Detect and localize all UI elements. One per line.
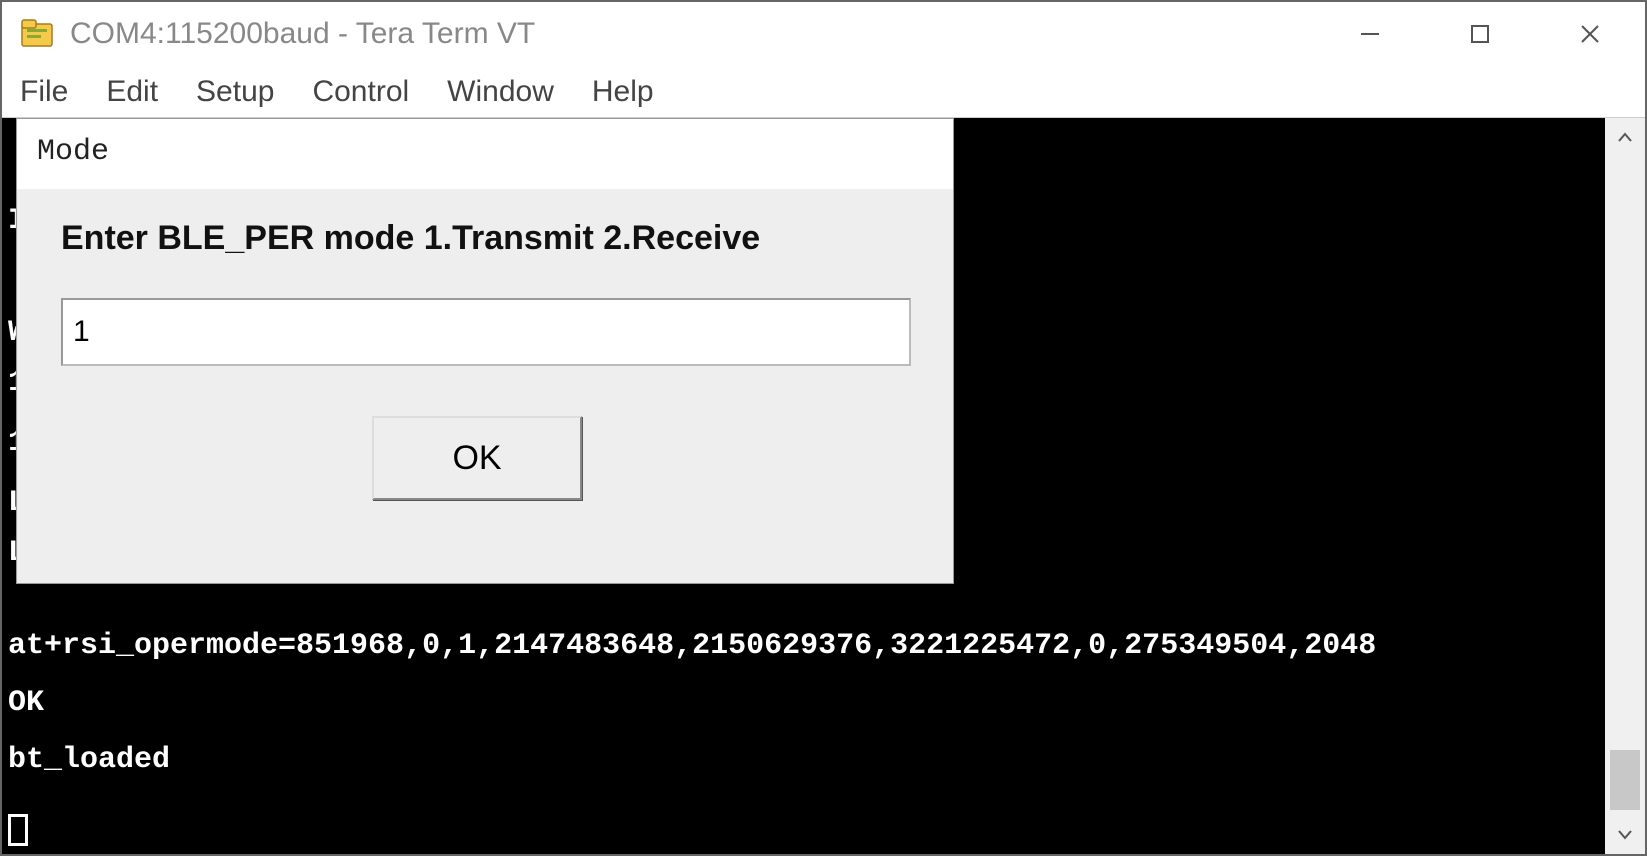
maximize-button[interactable] [1425,2,1535,66]
app-icon [20,16,56,52]
app-window: COM4:115200baud - Tera Term VT File Edit… [0,0,1647,856]
terminal-output: at+rsi_opermode=851968,0,1,2147483648,21… [8,618,1595,846]
ok-button[interactable]: OK [372,416,582,500]
terminal-cursor-icon [8,814,28,846]
terminal-area[interactable]: I W 1 1 L L at+rsi_opermode=851968,0,1,2… [2,118,1645,854]
terminal-line: bt_loaded [8,732,1595,789]
menu-window[interactable]: Window [447,75,554,109]
terminal-line: OK [8,675,1595,732]
titlebar: COM4:115200baud - Tera Term VT [2,2,1645,66]
menu-file[interactable]: File [20,75,68,109]
dialog-title: Mode [17,119,953,189]
dialog-body: Enter BLE_PER mode 1.Transmit 2.Receive … [17,189,953,583]
scrollbar-thumb[interactable] [1610,750,1640,810]
menu-setup[interactable]: Setup [196,75,274,109]
dialog-prompt: Enter BLE_PER mode 1.Transmit 2.Receive [57,219,913,258]
window-title: COM4:115200baud - Tera Term VT [70,17,535,51]
menu-edit[interactable]: Edit [106,75,158,109]
mode-input[interactable] [61,298,911,366]
close-button[interactable] [1535,2,1645,66]
terminal-cursor-line [8,789,1595,846]
menu-control[interactable]: Control [312,75,409,109]
terminal-line: at+rsi_opermode=851968,0,1,2147483648,21… [8,618,1595,675]
scroll-up-icon[interactable] [1605,118,1645,158]
scrollbar-track[interactable] [1605,158,1645,750]
scroll-down-icon[interactable] [1605,814,1645,854]
mode-dialog: Mode Enter BLE_PER mode 1.Transmit 2.Rec… [16,118,954,584]
menubar: File Edit Setup Control Window Help [2,66,1645,118]
minimize-button[interactable] [1315,2,1425,66]
menu-help[interactable]: Help [592,75,654,109]
vertical-scrollbar[interactable] [1605,118,1645,854]
